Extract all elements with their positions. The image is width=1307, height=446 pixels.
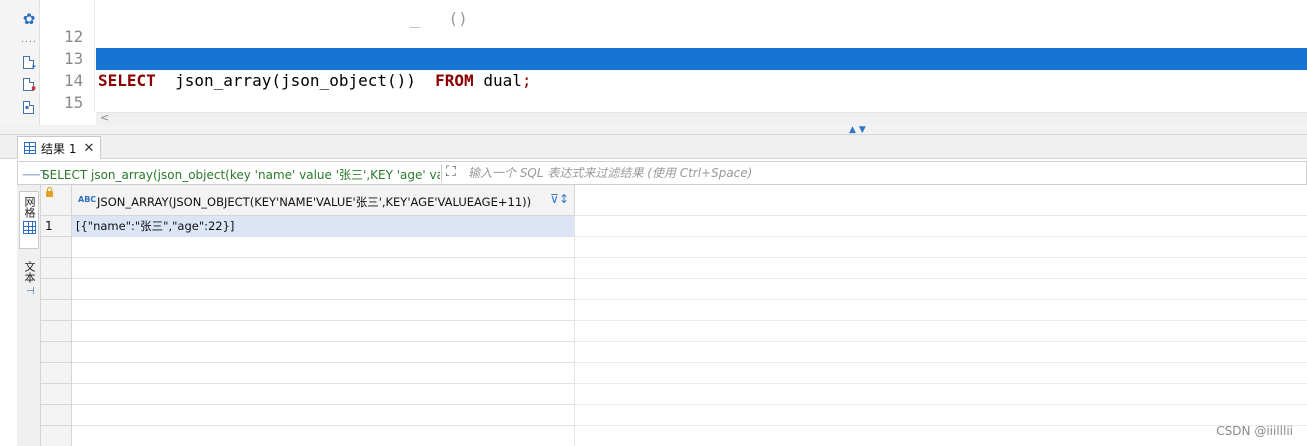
table-cell[interactable]: [72, 405, 575, 426]
table-row[interactable]: 1 [{"name":"张三","age":22}]: [41, 216, 1307, 237]
line-number: 15: [64, 93, 84, 112]
column-name: JSON_ARRAY(JSON_OBJECT(KEY'NAME'VALUE'张三…: [97, 195, 532, 209]
empty-area: [575, 258, 1307, 279]
table-grid-icon: [24, 142, 36, 154]
tab-label: 结果 1: [41, 141, 77, 156]
code-line-13[interactable]: 13 SELECT json_array(json_object()) FROM…: [40, 26, 1307, 90]
keyword: key: [386, 93, 416, 112]
code-line-15[interactable]: 15: [40, 70, 1307, 112]
keyword: FROM: [862, 93, 901, 112]
result-view-switcher: 网格 文本 ⊤: [17, 185, 41, 446]
code-fragment: json_test: [900, 93, 1007, 112]
empty-row[interactable]: [41, 384, 1307, 405]
table-cell[interactable]: [72, 342, 575, 363]
row-number[interactable]: [41, 279, 72, 300]
empty-row[interactable]: [41, 426, 1307, 446]
keyword: SELECT: [98, 93, 156, 112]
row-number[interactable]: [41, 258, 72, 279]
table-cell[interactable]: [72, 279, 575, 300]
text-view-icon: ⊤: [23, 286, 35, 295]
table-cell[interactable]: [72, 426, 575, 446]
panel-splitter[interactable]: ▲▼: [0, 125, 1307, 135]
divider: [441, 164, 442, 182]
execute-script-new-tab-icon[interactable]: ▪: [23, 78, 36, 92]
editor-side-toolbar: ✿ .... ▸ ▪ ▪: [0, 0, 40, 134]
filter-input[interactable]: [468, 164, 1298, 182]
empty-area: [575, 321, 1307, 342]
empty-area: [575, 279, 1307, 300]
editor-horizontal-scrollbar[interactable]: <: [96, 111, 1307, 125]
tab-text-view[interactable]: 文本 ⊤: [19, 257, 39, 305]
row-number[interactable]: 1: [41, 216, 72, 237]
string-type-icon: ABC: [78, 195, 97, 204]
empty-area: [575, 363, 1307, 384]
empty-area: [575, 405, 1307, 426]
table-cell[interactable]: [{"name":"张三","age":22}]: [72, 216, 575, 237]
tab-label: 网格: [23, 196, 36, 218]
watermark: CSDN @iiilllii: [1216, 424, 1293, 438]
code-fragment: 'age' value age+11 )): [640, 93, 863, 112]
keyword: KEY: [611, 93, 641, 112]
row-number[interactable]: [41, 342, 72, 363]
header-empty-area: [575, 185, 1307, 216]
empty-row[interactable]: [41, 342, 1307, 363]
empty-area: [575, 300, 1307, 321]
empty-row[interactable]: [41, 405, 1307, 426]
sql-editor[interactable]: _ () 12 13 SELECT json_array(json_object…: [40, 0, 1307, 112]
row-number[interactable]: [41, 426, 72, 446]
splitter-toggle-icon[interactable]: ▲▼: [849, 125, 869, 135]
row-number[interactable]: [41, 405, 72, 426]
keyword: WHERE: [1006, 93, 1055, 112]
executed-query-text[interactable]: SELECT json_array(json_object(key 'name'…: [42, 166, 440, 183]
column-filter-sort-icon[interactable]: ⊽↕: [550, 192, 569, 206]
row-number[interactable]: [41, 237, 72, 258]
result-filter-bar: ⸺T SELECT json_array(json_object(key 'na…: [17, 161, 1307, 185]
scroll-left-icon[interactable]: <: [100, 111, 109, 124]
code-fragment: 'name' value '张三',: [415, 93, 612, 112]
code-line-14[interactable]: 14 SELECT json_array(json_object(key 'na…: [40, 48, 1307, 112]
grid-icon: [22, 221, 36, 234]
empty-area: [575, 384, 1307, 405]
empty-row[interactable]: [41, 258, 1307, 279]
code-fragment: json_array(json_object(: [155, 93, 387, 112]
close-icon[interactable]: ✕: [83, 141, 94, 156]
results-tab-bar: 结果 1 ✕: [0, 135, 1307, 159]
code-line-12[interactable]: 12: [40, 4, 1307, 46]
row-number[interactable]: [41, 300, 72, 321]
table-cell[interactable]: [72, 237, 575, 258]
more-dots-icon[interactable]: ....: [21, 32, 37, 48]
code-fragment: name = '李四';: [1054, 93, 1193, 112]
tab-grid-view[interactable]: 网格: [19, 191, 39, 249]
empty-area: [575, 237, 1307, 258]
table-cell[interactable]: [72, 384, 575, 405]
execute-script-icon[interactable]: ▸: [23, 56, 36, 70]
tab-result-1[interactable]: 结果 1 ✕: [17, 136, 102, 159]
row-number[interactable]: [41, 363, 72, 384]
grid-header-row: ABC JSON_ARRAY(JSON_OBJECT(KEY'NAME'VALU…: [41, 185, 1307, 216]
expand-icon[interactable]: ⛶: [446, 164, 456, 180]
empty-row[interactable]: [41, 279, 1307, 300]
table-cell[interactable]: [72, 363, 575, 384]
results-grid: ABC JSON_ARRAY(JSON_OBJECT(KEY'NAME'VALU…: [41, 185, 1307, 446]
lock-icon: [46, 187, 53, 197]
empty-row[interactable]: [41, 363, 1307, 384]
empty-row[interactable]: [41, 237, 1307, 258]
row-number[interactable]: [41, 321, 72, 342]
empty-row[interactable]: [41, 300, 1307, 321]
explain-plan-icon[interactable]: ▪: [23, 101, 34, 114]
gear-icon[interactable]: ✿: [21, 10, 37, 28]
code-text: SELECT json_array(json_object(key 'name'…: [98, 92, 1193, 114]
empty-area: [575, 426, 1307, 446]
table-cell[interactable]: [72, 321, 575, 342]
table-cell[interactable]: [72, 258, 575, 279]
tab-label: 文本: [23, 261, 36, 283]
empty-area: [575, 216, 1307, 237]
empty-area: [575, 342, 1307, 363]
column-header[interactable]: ABC JSON_ARRAY(JSON_OBJECT(KEY'NAME'VALU…: [72, 185, 575, 216]
row-number[interactable]: [41, 384, 72, 405]
empty-row[interactable]: [41, 321, 1307, 342]
table-cell[interactable]: [72, 300, 575, 321]
grid-corner[interactable]: [41, 185, 72, 216]
